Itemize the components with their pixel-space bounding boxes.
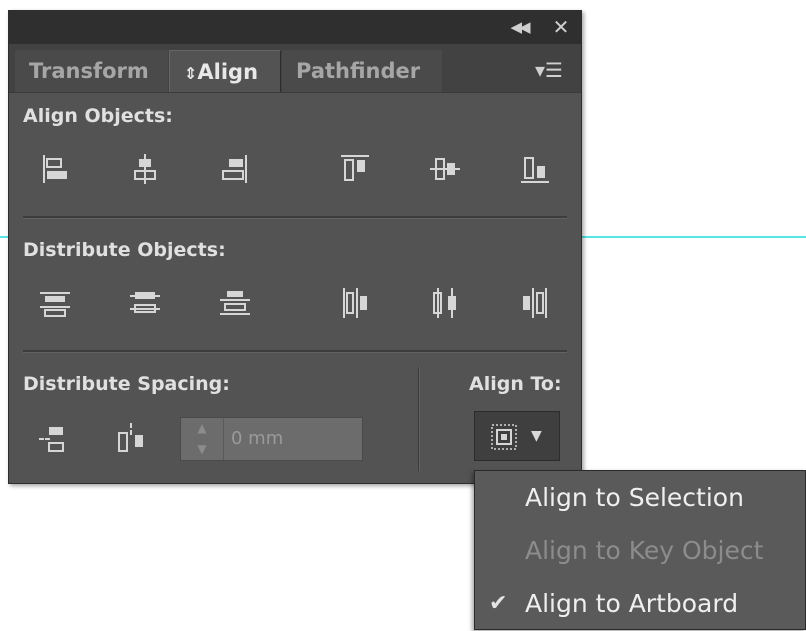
collapse-panel-icon[interactable]: ◀◀ bbox=[505, 15, 533, 39]
vertical-distribute-top-icon[interactable] bbox=[35, 283, 75, 323]
align-objects-title: Align Objects: bbox=[23, 105, 173, 127]
vertical-distribute-space-icon[interactable] bbox=[35, 419, 75, 459]
horizontal-distribute-space-icon[interactable] bbox=[111, 419, 151, 459]
tab-pathfinder[interactable]: Pathfinder bbox=[282, 50, 442, 92]
menu-item-align-to-key-object: Align to Key Object bbox=[525, 536, 764, 565]
up-down-arrows-icon: ⇕ bbox=[184, 64, 198, 83]
panel-titlebar: ◀◀ ✕ bbox=[9, 11, 581, 44]
spacing-value-field[interactable]: ▲ ▼ 0 mm bbox=[180, 417, 363, 461]
spacing-value: 0 mm bbox=[231, 428, 284, 449]
horizontal-align-right-icon[interactable] bbox=[215, 149, 255, 189]
vertical-distribute-center-icon[interactable] bbox=[125, 283, 165, 323]
vertical-align-bottom-icon[interactable] bbox=[515, 149, 555, 189]
panel-tabbar: Transform ⇕Align Pathfinder ▾☰ bbox=[9, 44, 581, 93]
tab-transform[interactable]: Transform bbox=[15, 50, 168, 92]
align-panel: ◀◀ ✕ Transform ⇕Align Pathfinder ▾☰ Alig… bbox=[8, 10, 582, 484]
align-to-title: Align To: bbox=[469, 373, 562, 395]
vertical-distribute-bottom-icon[interactable] bbox=[215, 283, 255, 323]
menu-item-align-to-selection[interactable]: Align to Selection bbox=[475, 471, 805, 525]
horizontal-align-center-icon[interactable] bbox=[125, 149, 165, 189]
section-divider bbox=[23, 216, 567, 219]
tab-align[interactable]: ⇕Align bbox=[169, 50, 281, 92]
align-to-artboard-icon bbox=[491, 424, 517, 450]
checkmark-icon: ✔ bbox=[489, 591, 508, 616]
panel-menu-icon[interactable]: ▾☰ bbox=[529, 58, 569, 82]
vertical-align-top-icon[interactable] bbox=[335, 149, 375, 189]
section-divider bbox=[23, 350, 567, 353]
stepper-up-icon[interactable]: ▲ bbox=[181, 418, 223, 439]
vertical-divider bbox=[418, 367, 420, 471]
vertical-align-center-icon[interactable] bbox=[425, 149, 465, 189]
horizontal-distribute-center-icon[interactable] bbox=[425, 283, 465, 323]
align-to-dropdown-button[interactable]: ▼ bbox=[474, 411, 560, 461]
close-icon[interactable]: ✕ bbox=[547, 15, 575, 39]
distribute-objects-title: Distribute Objects: bbox=[23, 239, 226, 261]
menu-item-align-to-artboard[interactable]: ✔ Align to Artboard bbox=[475, 577, 805, 631]
chevron-down-icon: ▼ bbox=[531, 428, 542, 444]
stepper-down-icon[interactable]: ▼ bbox=[181, 439, 223, 460]
align-to-menu: Align to Selection Align to Key Object ✔… bbox=[474, 470, 806, 630]
horizontal-distribute-right-icon[interactable] bbox=[515, 283, 555, 323]
horizontal-distribute-left-icon[interactable] bbox=[335, 283, 375, 323]
horizontal-align-left-icon[interactable] bbox=[35, 149, 75, 189]
distribute-spacing-title: Distribute Spacing: bbox=[23, 373, 230, 395]
spacing-stepper[interactable]: ▲ ▼ bbox=[181, 418, 224, 460]
